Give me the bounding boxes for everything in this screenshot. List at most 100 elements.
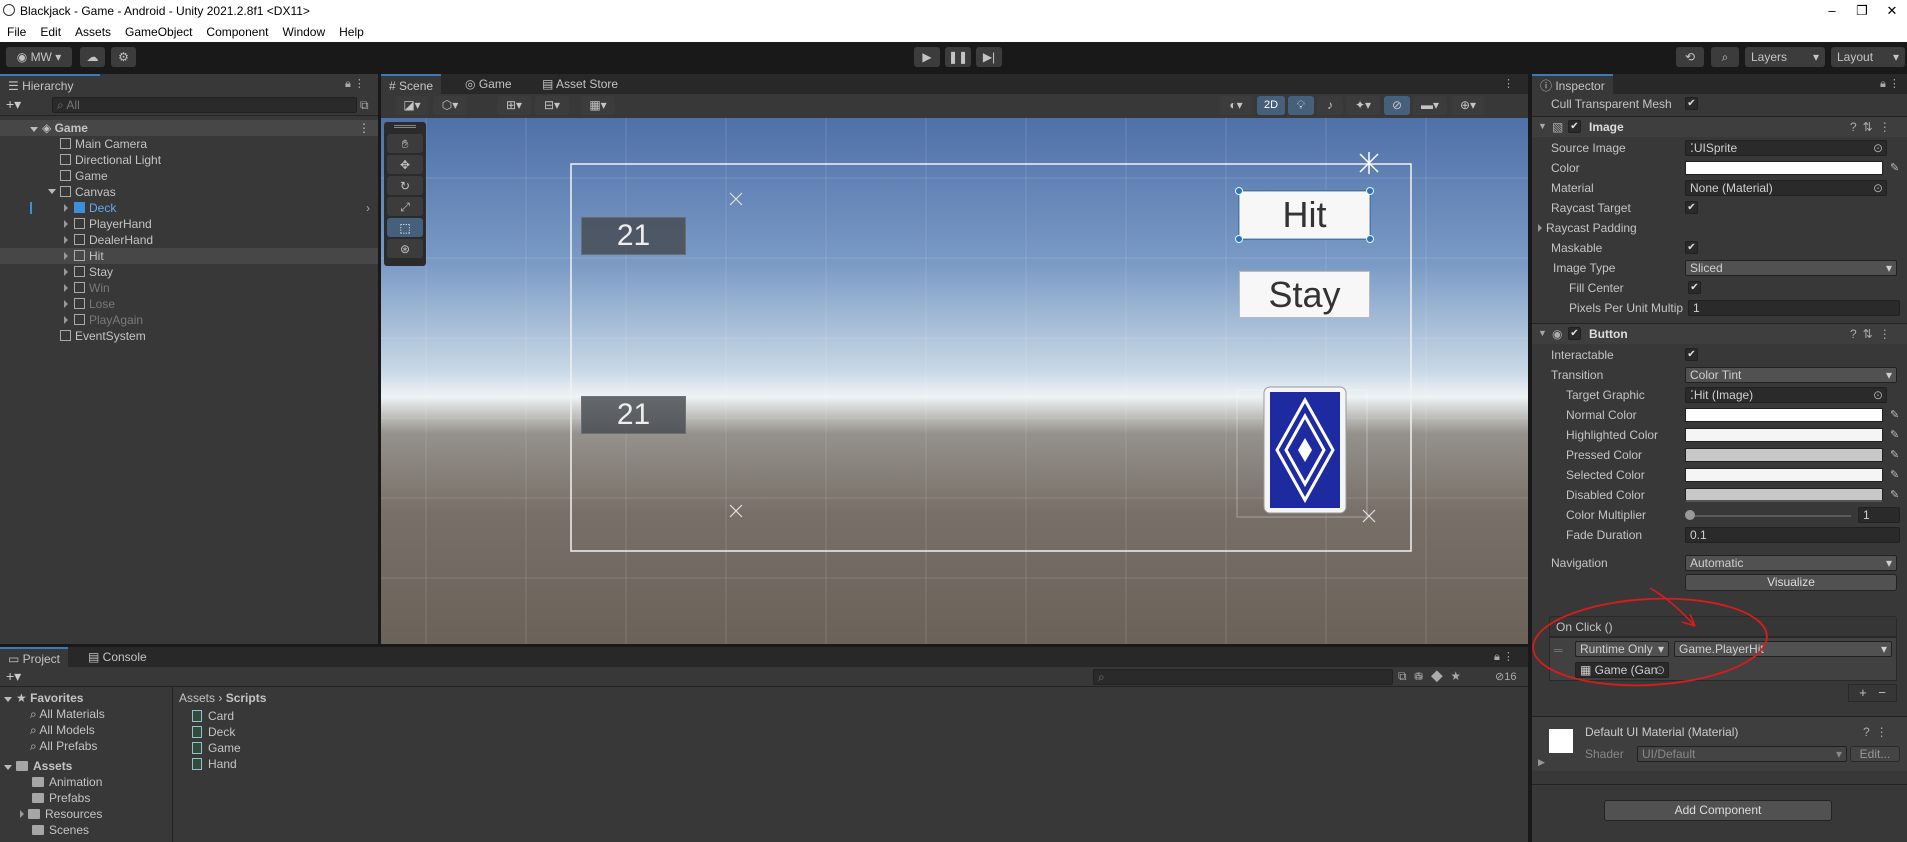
navigation-dropdown[interactable]: Automatic ▾ xyxy=(1685,555,1897,571)
hierarchy-item-playerhand[interactable]: PlayerHand xyxy=(0,216,378,232)
history-icon[interactable]: ⟲ xyxy=(1676,47,1704,67)
object-picker-icon[interactable]: ⊙ xyxy=(1873,388,1883,402)
hit-button[interactable]: Hit xyxy=(1238,190,1371,240)
collapse-icon[interactable]: ▼ xyxy=(1538,121,1547,131)
folder-item[interactable]: Scenes xyxy=(32,822,89,838)
tab-project[interactable]: ▭ Project xyxy=(0,647,69,667)
project-filter-icons[interactable]: ⧉⛁◆★ xyxy=(1398,669,1469,684)
script-file[interactable]: Deck xyxy=(192,724,235,740)
menu-gameobject[interactable]: GameObject xyxy=(118,22,199,39)
close-icon[interactable]: ✕ xyxy=(1877,1,1907,21)
shading-mode-icon[interactable]: ◪▾ xyxy=(395,96,429,115)
menu-file[interactable]: File xyxy=(0,22,33,39)
hand-tool-icon[interactable]: ✋︎ xyxy=(387,134,423,153)
tab-game[interactable]: ◎ Game xyxy=(457,74,520,94)
object-picker-icon[interactable]: ⊙ xyxy=(1873,141,1883,155)
project-search-input[interactable]: ⌕ xyxy=(1093,669,1393,685)
lock-icon[interactable]: 🔒︎ ⋮ xyxy=(1880,77,1900,91)
component-menu-icons[interactable]: ?⇅⋮ xyxy=(1850,120,1897,134)
breadcrumb-assets[interactable]: Assets xyxy=(179,691,215,705)
color-multiplier-field[interactable]: 1 xyxy=(1858,507,1900,523)
hidden-objects-icon[interactable]: ⊘ xyxy=(1384,96,1410,115)
filter-icon[interactable]: ⧉ xyxy=(360,98,369,113)
menu-edit[interactable]: Edit xyxy=(33,22,68,39)
lock-icon[interactable]: 🔒︎ ⋮ xyxy=(1494,650,1514,664)
render-mode-icon[interactable]: ◐▾ xyxy=(1219,96,1253,115)
cloud-icon[interactable]: ☁ xyxy=(80,47,105,67)
hierarchy-item-directional-light[interactable]: Directional Light xyxy=(0,152,378,168)
hierarchy-scene-row[interactable]: ◈ Game ⋮ xyxy=(0,120,378,136)
button-enabled-checkbox[interactable]: ✔ xyxy=(1568,327,1581,340)
expand-icon[interactable] xyxy=(64,284,68,292)
eyedropper-icon[interactable]: ✎ xyxy=(1890,429,1902,441)
script-file[interactable]: Game xyxy=(192,740,241,756)
eyedropper-icon[interactable]: ✎ xyxy=(1890,489,1902,501)
hierarchy-item-dealerhand[interactable]: DealerHand xyxy=(0,232,378,248)
hierarchy-item-game[interactable]: Game xyxy=(0,168,378,184)
stay-button[interactable]: Stay xyxy=(1239,271,1370,318)
menu-help[interactable]: Help xyxy=(332,22,371,39)
hierarchy-search-input[interactable]: ⌕ All xyxy=(52,97,357,113)
panel-divider[interactable] xyxy=(1528,74,1532,842)
expand-icon[interactable] xyxy=(64,204,68,212)
script-file[interactable]: Card xyxy=(192,708,234,724)
dealer-score-label[interactable]: 21 xyxy=(581,217,686,255)
hierarchy-item-canvas[interactable]: Canvas xyxy=(0,184,378,200)
layout-dropdown[interactable]: Layout ▾ xyxy=(1831,47,1905,67)
move-tool-icon[interactable]: ✥ xyxy=(387,155,423,174)
layers-dropdown[interactable]: Layers ▾ xyxy=(1745,47,1825,67)
camera-icon[interactable]: ▬▾ xyxy=(1413,96,1447,115)
panel-divider[interactable] xyxy=(378,74,381,644)
audio-icon[interactable]: ♪ xyxy=(1317,96,1343,115)
add-component-button[interactable]: Add Component xyxy=(1604,800,1832,821)
script-file[interactable]: Hand xyxy=(192,756,237,772)
tab-scene[interactable]: # Scene xyxy=(381,74,442,94)
tab-console[interactable]: ▤ Console xyxy=(80,647,155,667)
drag-handle-icon[interactable] xyxy=(394,125,416,128)
slider-thumb[interactable] xyxy=(1685,510,1695,520)
hierarchy-item-win[interactable]: Win xyxy=(0,280,378,296)
favorite-item[interactable]: ⌕ All Materials xyxy=(30,706,105,722)
add-icon[interactable]: +▾ xyxy=(6,668,21,685)
expand-icon[interactable] xyxy=(64,300,68,308)
favorites-header[interactable]: ★ Favorites xyxy=(4,690,83,706)
panel-divider[interactable] xyxy=(0,644,1528,647)
source-image-field[interactable]: ⁚UISprite ⊙ xyxy=(1685,140,1887,156)
component-menu-icons[interactable]: ?⋮ xyxy=(1863,725,1894,739)
scale-tool-icon[interactable]: ⤢ xyxy=(387,197,423,216)
resize-handle[interactable] xyxy=(1366,187,1374,195)
selected-color-swatch[interactable] xyxy=(1685,468,1883,482)
chevron-right-icon[interactable]: › xyxy=(366,200,370,216)
play-button[interactable]: ▶ xyxy=(914,47,940,67)
grid-visibility-icon[interactable]: ▦▾ xyxy=(581,96,615,115)
pressed-color-swatch[interactable] xyxy=(1685,448,1883,462)
color-swatch[interactable] xyxy=(1685,161,1883,175)
collapse-icon[interactable]: ▼ xyxy=(1538,328,1547,338)
gizmos-icon[interactable]: ⊕▾ xyxy=(1451,96,1485,115)
eyedropper-icon[interactable]: ✎ xyxy=(1890,409,1902,421)
2d-toggle-button[interactable]: 2D xyxy=(1257,96,1285,115)
eyedropper-icon[interactable]: ✎ xyxy=(1890,162,1902,174)
image-type-dropdown[interactable]: Sliced ▾ xyxy=(1685,260,1897,276)
deck-card-image[interactable] xyxy=(1263,386,1347,514)
cull-mesh-checkbox[interactable]: ✔ xyxy=(1685,97,1698,110)
expand-icon[interactable] xyxy=(64,236,68,244)
hierarchy-item-stay[interactable]: Stay xyxy=(0,264,378,280)
eyedropper-icon[interactable]: ✎ xyxy=(1890,469,1902,481)
resize-handle[interactable] xyxy=(1235,187,1243,195)
image-component-header[interactable]: ▼ ▧ ✔ Image ?⇅⋮ xyxy=(1532,117,1907,137)
expand-icon[interactable]: ▶ xyxy=(1538,757,1545,768)
eyedropper-icon[interactable]: ✎ xyxy=(1890,449,1902,461)
transform-tool-icon[interactable]: ⊛ xyxy=(387,239,423,258)
raycast-padding-label[interactable]: Raycast Padding xyxy=(1538,220,1637,236)
expand-icon[interactable] xyxy=(64,252,68,260)
search-icon[interactable]: ⌕ xyxy=(1711,47,1739,67)
ppu-field[interactable]: 1 xyxy=(1688,300,1900,316)
minimize-icon[interactable]: – xyxy=(1817,1,1847,21)
collab-icon[interactable]: ⚙ xyxy=(111,47,136,67)
folder-item[interactable]: Animation xyxy=(32,774,102,790)
image-enabled-checkbox[interactable]: ✔ xyxy=(1568,120,1581,133)
edit-shader-button[interactable]: Edit... xyxy=(1850,746,1900,762)
disabled-color-swatch[interactable] xyxy=(1685,488,1883,502)
normal-color-swatch[interactable] xyxy=(1685,408,1883,422)
